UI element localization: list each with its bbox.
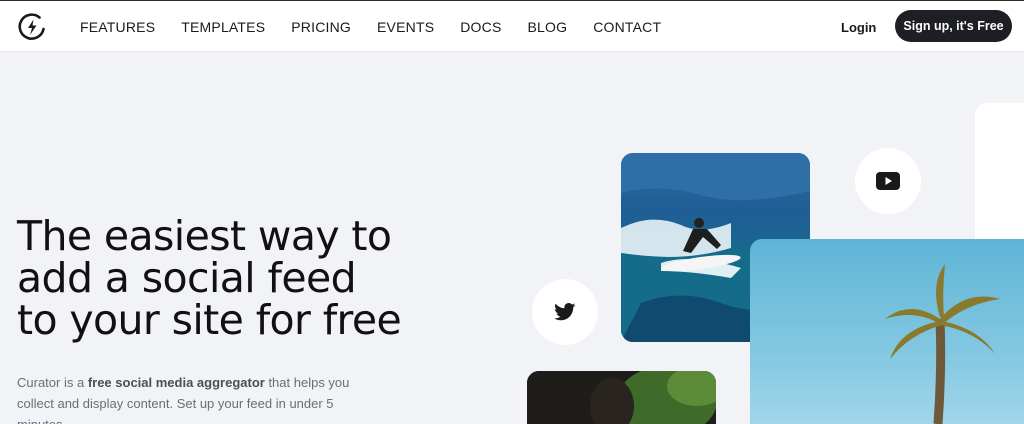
nav-templates[interactable]: TEMPLATES [181, 19, 265, 35]
youtube-icon [876, 172, 900, 190]
hero-headline: The easiest way to add a social feed to … [17, 215, 437, 341]
headline-line-3: to your site for free [17, 296, 402, 344]
lightning-circle-icon[interactable] [17, 12, 47, 42]
main-nav: FEATURES TEMPLATES PRICING EVENTS DOCS B… [80, 1, 687, 52]
headline-line-2: add a social feed [17, 254, 357, 302]
nav-docs[interactable]: DOCS [460, 19, 501, 35]
login-link[interactable]: Login [841, 20, 876, 35]
nav-blog[interactable]: BLOG [527, 19, 567, 35]
white-feed-panel [975, 103, 1024, 253]
twitter-bubble[interactable] [532, 279, 598, 345]
description-prefix: Curator is a [17, 375, 88, 390]
palm-tree-illustration [885, 264, 1000, 424]
palm-tree-image-card [750, 239, 1024, 424]
portrait-image-card [527, 371, 716, 424]
hero-description: Curator is a free social media aggregato… [17, 372, 367, 424]
nav-contact[interactable]: CONTACT [593, 19, 661, 35]
youtube-bubble[interactable] [855, 148, 921, 214]
headline-line-1: The easiest way to [17, 212, 392, 260]
site-header: FEATURES TEMPLATES PRICING EVENTS DOCS B… [0, 1, 1024, 52]
twitter-icon [554, 303, 576, 321]
signup-button[interactable]: Sign up, it's Free [895, 10, 1012, 42]
portrait-illustration [527, 371, 716, 424]
nav-features[interactable]: FEATURES [80, 19, 155, 35]
nav-pricing[interactable]: PRICING [291, 19, 351, 35]
description-bold: free social media aggregator [87, 375, 265, 390]
nav-events[interactable]: EVENTS [377, 19, 434, 35]
